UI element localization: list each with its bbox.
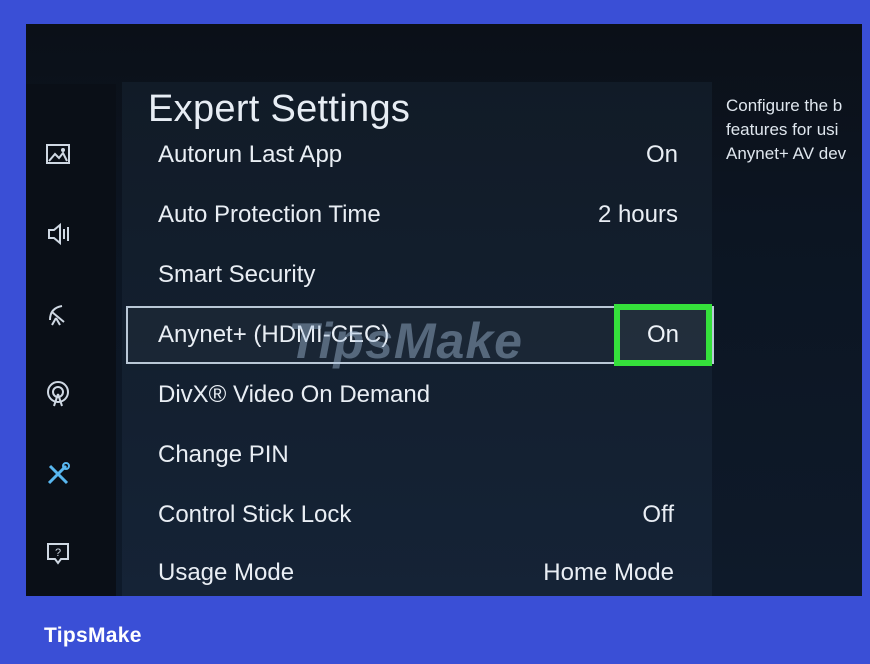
help-line: features for usi	[726, 120, 839, 139]
setting-change-pin[interactable]: Change PIN	[126, 426, 714, 484]
setting-usage-mode[interactable]: Usage Mode Home Mode	[126, 544, 714, 596]
support-icon[interactable]: ?	[42, 538, 74, 570]
help-line: Anynet+ AV dev	[726, 144, 847, 163]
setting-label: Control Stick Lock	[158, 501, 352, 528]
brand-logo: TipsMake	[44, 624, 142, 647]
setting-label: DivX® Video On Demand	[158, 381, 431, 408]
picture-icon[interactable]	[42, 138, 74, 170]
setting-auto-protection-time[interactable]: Auto Protection Time 2 hours	[126, 186, 714, 244]
help-line: Configure the b	[726, 96, 843, 115]
page-title: Expert Settings	[148, 88, 411, 130]
highlighted-value-box[interactable]: On	[614, 304, 712, 366]
setting-label: Autorun Last App	[158, 141, 343, 168]
setting-control-stick-lock[interactable]: Control Stick Lock Off	[126, 486, 714, 544]
network-icon[interactable]	[42, 378, 74, 410]
setting-label: Change PIN	[158, 441, 289, 468]
setting-value: Home Mode	[543, 559, 674, 586]
tv-screen: ? Expert Settings Autorun Last App On Au…	[26, 24, 862, 596]
help-text: Configure the b features for usi Anynet+…	[726, 94, 862, 166]
setting-label: Usage Mode	[158, 559, 295, 586]
watermark: TipsMake	[288, 313, 523, 369]
svg-text:?: ?	[55, 547, 61, 559]
setting-value: Off	[642, 501, 674, 528]
sidebar: ?	[26, 84, 116, 596]
setting-divx-vod[interactable]: DivX® Video On Demand	[126, 366, 714, 424]
setting-autorun-last-app[interactable]: Autorun Last App On	[126, 126, 714, 184]
general-tools-icon[interactable]	[42, 458, 74, 490]
setting-value: On	[645, 141, 678, 168]
broadcast-icon[interactable]	[42, 298, 74, 330]
setting-value: 2 hours	[597, 201, 678, 228]
setting-value: On	[646, 321, 679, 348]
sound-icon[interactable]	[42, 218, 74, 250]
setting-smart-security[interactable]: Smart Security	[126, 246, 714, 304]
setting-label: Auto Protection Time	[158, 201, 381, 228]
setting-label: Smart Security	[158, 261, 316, 288]
